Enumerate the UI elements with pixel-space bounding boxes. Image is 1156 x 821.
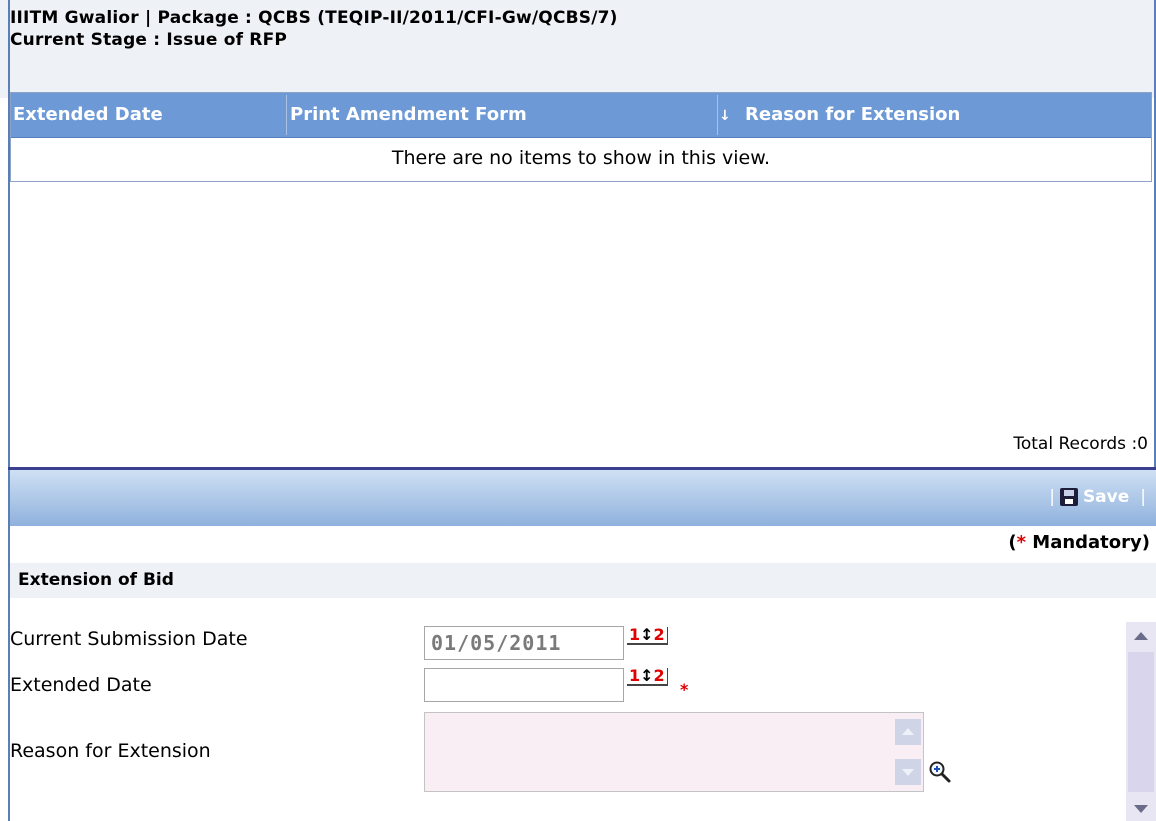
scroll-down-icon[interactable] [895, 759, 921, 785]
reason-for-extension-label: Reason for Extension [10, 740, 211, 762]
calendar-picker-icon[interactable]: 1↕2 [627, 668, 668, 686]
current-submission-date-label: Current Submission Date [10, 628, 248, 650]
scroll-down-arrow-icon[interactable] [1134, 805, 1148, 813]
mandatory-label: Mandatory) [1032, 532, 1150, 553]
calendar-glyph-left: 1 [629, 625, 641, 644]
column-print-amendment-form[interactable]: Print Amendment Form [290, 93, 527, 137]
required-star-icon: * [1016, 532, 1026, 553]
calendar-picker-icon[interactable]: 1↕2 [627, 627, 668, 645]
required-star-icon: * [680, 680, 689, 699]
mandatory-paren: ( [1008, 532, 1017, 553]
scroll-up-icon[interactable] [895, 719, 921, 745]
toolbar: | Save | [10, 470, 1156, 526]
reason-for-extension-textarea[interactable] [424, 712, 924, 792]
column-label: Reason for Extension [745, 104, 961, 125]
save-label: Save [1082, 487, 1130, 507]
current-submission-date-field[interactable]: 01/05/2011 [424, 626, 624, 660]
scroll-up-arrow-icon[interactable] [1134, 632, 1148, 640]
form-scrollbar[interactable] [1126, 622, 1156, 821]
column-extended-date[interactable]: Extended Date [13, 93, 163, 137]
calendar-glyph-mid: ↕ [640, 666, 654, 685]
page-header: IIITM Gwalior | Package : QCBS (TEQIP-II… [0, 0, 1156, 98]
column-reason-for-extension[interactable]: ↓ Reason for Extension [719, 93, 960, 137]
floppy-disk-icon [1059, 488, 1078, 506]
grid-header: Extended Date Print Amendment Form ↓ Rea… [11, 93, 1151, 138]
calendar-glyph-right: 2 [653, 666, 665, 685]
calendar-glyph-left: 1 [629, 666, 641, 685]
package-title: IIITM Gwalior | Package : QCBS (TEQIP-II… [10, 8, 618, 28]
magnifier-plus-icon[interactable] [928, 760, 952, 788]
calendar-glyph-mid: ↕ [640, 625, 654, 644]
mandatory-note: (* Mandatory) [1008, 532, 1150, 553]
column-divider [286, 95, 287, 135]
calendar-glyph-right: 2 [653, 625, 665, 644]
amendment-grid: Extended Date Print Amendment Form ↓ Rea… [10, 92, 1152, 182]
scrollbar-track[interactable] [1128, 652, 1154, 792]
save-button[interactable]: | Save | [1049, 487, 1146, 507]
total-records: Total Records :0 [1013, 434, 1148, 454]
toolbar-divider: | [1140, 487, 1146, 507]
textarea-scrollbar[interactable] [895, 715, 921, 789]
current-stage: Current Stage : Issue of RFP [10, 30, 288, 50]
sort-arrow-icon: ↓ [719, 108, 731, 124]
extended-date-label: Extended Date [10, 674, 152, 696]
toolbar-divider: | [1049, 487, 1055, 507]
column-divider [717, 95, 718, 135]
section-title: Extension of Bid [10, 563, 1156, 598]
empty-message: There are no items to show in this view. [391, 147, 771, 169]
extended-date-field[interactable] [424, 668, 624, 702]
